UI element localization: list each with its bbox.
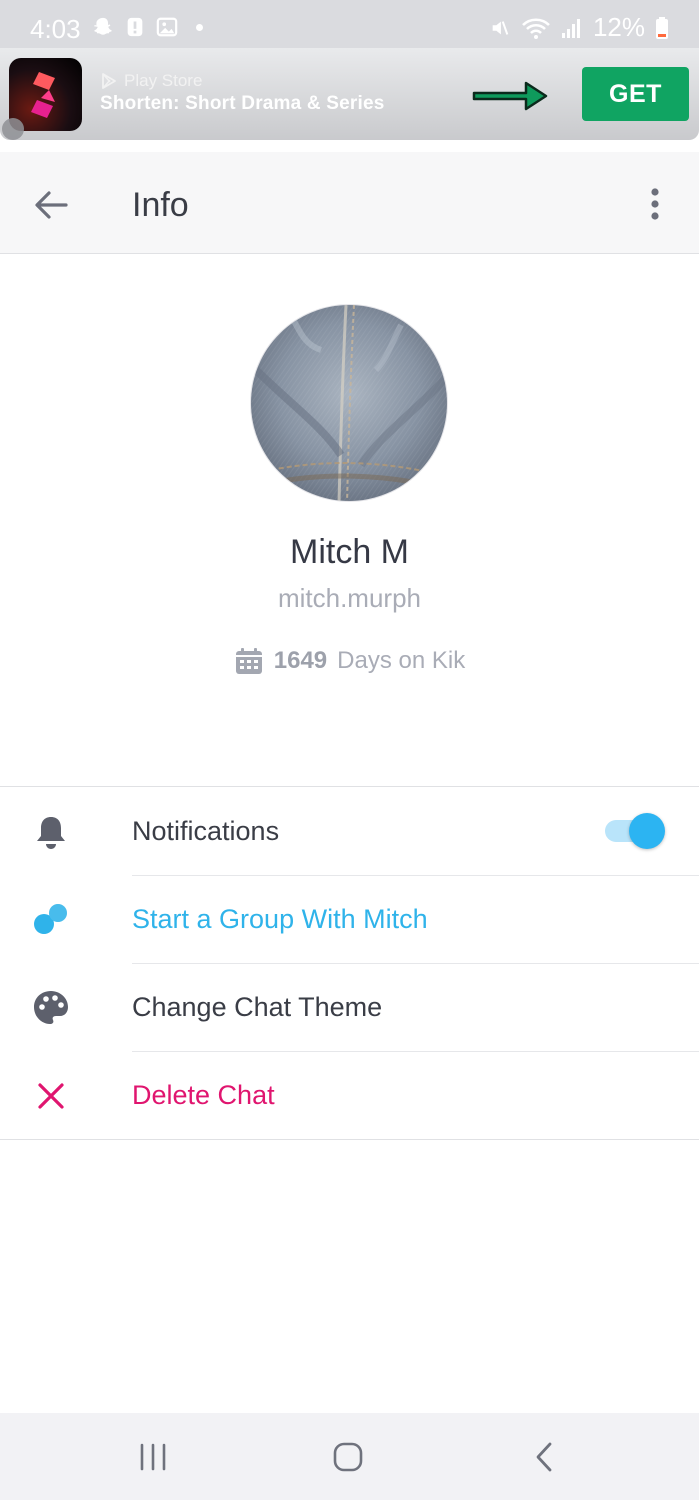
delete-chat-label: Delete Chat: [132, 1080, 275, 1110]
palette-icon-wrap: [30, 987, 72, 1029]
notifications-label: Notifications: [132, 815, 280, 846]
image-icon: [156, 17, 178, 37]
signal-icon: [561, 18, 580, 38]
toggle-knob: [629, 813, 665, 849]
delete-chat-row[interactable]: Delete Chat: [0, 1051, 699, 1139]
profile-name: Mitch M: [290, 533, 409, 571]
days-count: 1649: [273, 647, 328, 674]
snapchat-icon: [94, 17, 112, 35]
bell-icon: [37, 817, 65, 849]
home-button[interactable]: [326, 1435, 370, 1479]
calendar-icon: [235, 648, 262, 674]
ad-get-button[interactable]: GET: [582, 67, 689, 121]
ad-source-label: Play Store: [124, 71, 203, 90]
chevron-left-icon: [536, 1442, 552, 1472]
group-icon: [34, 904, 67, 934]
status-time: 4:03: [30, 14, 81, 44]
battery-icon: [656, 16, 668, 39]
wifi-icon: [522, 17, 550, 39]
system-icons: 12%: [489, 12, 669, 43]
ad-choices-icon[interactable]: [2, 118, 24, 140]
mute-icon: [492, 20, 509, 35]
profile-avatar[interactable]: [250, 304, 448, 502]
close-icon: [38, 1083, 64, 1109]
ad-source: Play Store: [100, 71, 202, 91]
start-group-label: Start a Group With Mitch: [132, 904, 428, 934]
days-label: Days on Kik: [337, 647, 466, 674]
info-screen: 4:03 12% Play Store Shorten: Short Drama…: [0, 0, 699, 1500]
play-store-icon: [102, 73, 116, 89]
battery-percent: 12%: [592, 12, 645, 42]
arrow-right-icon: [472, 81, 548, 111]
more-options-button[interactable]: [640, 182, 670, 226]
home-icon: [333, 1442, 363, 1472]
ad-title[interactable]: Shorten: Short Drama & Series: [100, 93, 385, 115]
notifications-row[interactable]: Notifications: [0, 787, 699, 875]
profile-username: mitch.murph: [277, 583, 422, 613]
palette-icon: [34, 991, 68, 1024]
back-button[interactable]: [30, 184, 72, 226]
back-arrow-icon: [35, 191, 68, 219]
app-header: Info: [0, 152, 699, 254]
recent-apps-icon: [140, 1443, 166, 1471]
system-back-button[interactable]: [522, 1435, 566, 1479]
more-vertical-icon: [651, 188, 659, 220]
bell-icon-wrap: [30, 811, 72, 853]
change-theme-row[interactable]: Change Chat Theme: [0, 963, 699, 1051]
recent-apps-button[interactable]: [131, 1435, 175, 1479]
close-icon-wrap: [30, 1075, 72, 1117]
system-nav-bar: [0, 1413, 699, 1500]
notification-icons: [92, 16, 203, 38]
days-on-kik: 1649 Days on Kik: [0, 646, 699, 676]
notifications-toggle[interactable]: [603, 813, 665, 849]
change-theme-label: Change Chat Theme: [132, 992, 383, 1022]
page-title: Info: [132, 186, 189, 224]
group-icon-wrap: [30, 899, 72, 941]
chat-options-list: Notifications Start a Group With Mitch C…: [0, 786, 699, 1140]
more-notifications-dot: [196, 23, 203, 31]
denim-photo: [251, 305, 447, 501]
alert-icon: [127, 17, 143, 37]
start-group-row[interactable]: Start a Group With Mitch: [0, 875, 699, 963]
